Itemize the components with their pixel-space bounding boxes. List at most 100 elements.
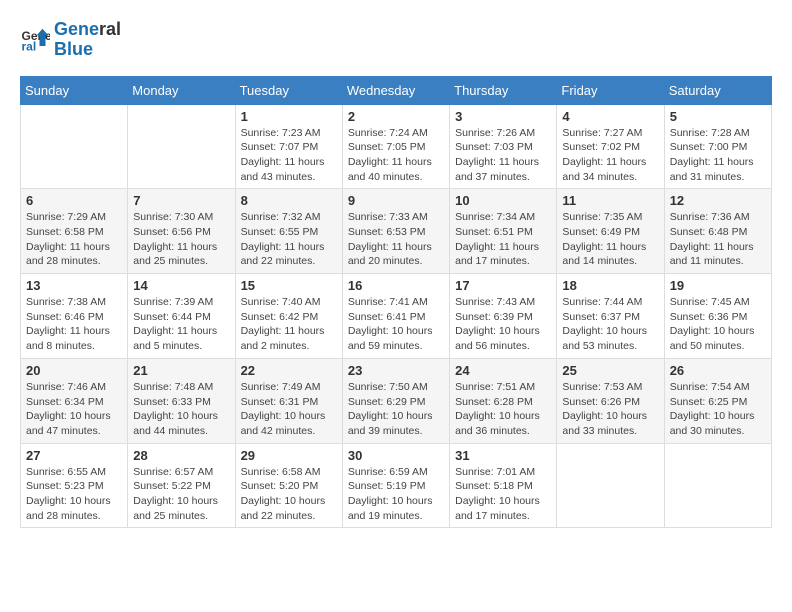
day-info: Sunrise: 7:50 AMSunset: 6:29 PMDaylight:… [348, 380, 444, 439]
day-number: 4 [562, 109, 658, 124]
calendar-week-row: 6 Sunrise: 7:29 AMSunset: 6:58 PMDaylight… [21, 189, 772, 274]
calendar-cell: 18 Sunrise: 7:44 AMSunset: 6:37 PMDayligh… [557, 274, 664, 359]
calendar-cell: 31 Sunrise: 7:01 AMSunset: 5:18 PMDayligh… [450, 443, 557, 528]
day-number: 6 [26, 193, 122, 208]
day-info: Sunrise: 7:32 AMSunset: 6:55 PMDaylight:… [241, 210, 337, 269]
calendar-cell: 5 Sunrise: 7:28 AMSunset: 7:00 PMDaylight… [664, 104, 771, 189]
day-info: Sunrise: 6:58 AMSunset: 5:20 PMDaylight:… [241, 465, 337, 524]
day-info: Sunrise: 7:34 AMSunset: 6:51 PMDaylight:… [455, 210, 551, 269]
calendar-cell: 3 Sunrise: 7:26 AMSunset: 7:03 PMDaylight… [450, 104, 557, 189]
day-info: Sunrise: 7:53 AMSunset: 6:26 PMDaylight:… [562, 380, 658, 439]
day-info: Sunrise: 7:38 AMSunset: 6:46 PMDaylight:… [26, 295, 122, 354]
calendar-cell: 8 Sunrise: 7:32 AMSunset: 6:55 PMDaylight… [235, 189, 342, 274]
day-info: Sunrise: 7:54 AMSunset: 6:25 PMDaylight:… [670, 380, 766, 439]
calendar-cell: 25Sunrise: 7:53 AMSunset: 6:26 PMDayligh… [557, 358, 664, 443]
day-number: 22 [241, 363, 337, 378]
day-number: 21 [133, 363, 229, 378]
calendar-cell: 21 Sunrise: 7:48 AMSunset: 6:33 PMDayligh… [128, 358, 235, 443]
day-info: Sunrise: 7:43 AMSunset: 6:39 PMDaylight:… [455, 295, 551, 354]
day-info: Sunrise: 7:46 AMSunset: 6:34 PMDaylight:… [26, 380, 122, 439]
day-number: 17 [455, 278, 551, 293]
calendar-table: SundayMondayTuesdayWednesdayThursdayFrid… [20, 76, 772, 529]
weekday-header: Friday [557, 76, 664, 104]
calendar-cell: 12 Sunrise: 7:36 AMSunset: 6:48 PMDayligh… [664, 189, 771, 274]
calendar-cell: 7 Sunrise: 7:30 AMSunset: 6:56 PMDaylight… [128, 189, 235, 274]
calendar-cell: 19 Sunrise: 7:45 AMSunset: 6:36 PMDayligh… [664, 274, 771, 359]
day-info: Sunrise: 7:49 AMSunset: 6:31 PMDaylight:… [241, 380, 337, 439]
day-number: 15 [241, 278, 337, 293]
calendar-cell: 6 Sunrise: 7:29 AMSunset: 6:58 PMDaylight… [21, 189, 128, 274]
calendar-cell [21, 104, 128, 189]
calendar-cell: 23 Sunrise: 7:50 AMSunset: 6:29 PMDayligh… [342, 358, 449, 443]
weekday-header: Sunday [21, 76, 128, 104]
day-info: Sunrise: 7:26 AMSunset: 7:03 PMDaylight:… [455, 126, 551, 185]
day-number: 5 [670, 109, 766, 124]
day-info: Sunrise: 7:01 AMSunset: 5:18 PMDaylight:… [455, 465, 551, 524]
weekday-header: Monday [128, 76, 235, 104]
day-number: 23 [348, 363, 444, 378]
calendar-cell: 10Sunrise: 7:34 AMSunset: 6:51 PMDayligh… [450, 189, 557, 274]
day-info: Sunrise: 6:55 AMSunset: 5:23 PMDaylight:… [26, 465, 122, 524]
day-number: 14 [133, 278, 229, 293]
day-number: 26 [670, 363, 766, 378]
calendar-cell: 29 Sunrise: 6:58 AMSunset: 5:20 PMDayligh… [235, 443, 342, 528]
calendar-week-row: 27 Sunrise: 6:55 AMSunset: 5:23 PMDayligh… [21, 443, 772, 528]
day-number: 19 [670, 278, 766, 293]
svg-text:ral: ral [22, 39, 37, 53]
logo: Gene ral GeneralBlue [20, 20, 121, 60]
day-number: 24 [455, 363, 551, 378]
weekday-header: Saturday [664, 76, 771, 104]
calendar-cell: 2 Sunrise: 7:24 AMSunset: 7:05 PMDaylight… [342, 104, 449, 189]
calendar-cell: 28 Sunrise: 6:57 AMSunset: 5:22 PMDayligh… [128, 443, 235, 528]
day-number: 12 [670, 193, 766, 208]
day-info: Sunrise: 7:35 AMSunset: 6:49 PMDaylight:… [562, 210, 658, 269]
calendar-cell: 14Sunrise: 7:39 AMSunset: 6:44 PMDayligh… [128, 274, 235, 359]
day-info: Sunrise: 7:23 AMSunset: 7:07 PMDaylight:… [241, 126, 337, 185]
day-info: Sunrise: 7:36 AMSunset: 6:48 PMDaylight:… [670, 210, 766, 269]
day-info: Sunrise: 7:41 AMSunset: 6:41 PMDaylight:… [348, 295, 444, 354]
day-number: 8 [241, 193, 337, 208]
day-number: 3 [455, 109, 551, 124]
day-number: 11 [562, 193, 658, 208]
day-info: Sunrise: 7:24 AMSunset: 7:05 PMDaylight:… [348, 126, 444, 185]
calendar-cell: 15 Sunrise: 7:40 AMSunset: 6:42 PMDayligh… [235, 274, 342, 359]
day-number: 30 [348, 448, 444, 463]
day-number: 16 [348, 278, 444, 293]
day-number: 31 [455, 448, 551, 463]
day-number: 28 [133, 448, 229, 463]
weekday-header: Tuesday [235, 76, 342, 104]
day-number: 20 [26, 363, 122, 378]
calendar-cell: 11 Sunrise: 7:35 AMSunset: 6:49 PMDayligh… [557, 189, 664, 274]
day-number: 18 [562, 278, 658, 293]
calendar-week-row: 1 Sunrise: 7:23 AMSunset: 7:07 PMDaylight… [21, 104, 772, 189]
calendar-week-row: 20 Sunrise: 7:46 AMSunset: 6:34 PMDayligh… [21, 358, 772, 443]
calendar-cell: 13Sunrise: 7:38 AMSunset: 6:46 PMDayligh… [21, 274, 128, 359]
page-header: Gene ral GeneralBlue [20, 20, 772, 60]
weekday-header: Wednesday [342, 76, 449, 104]
logo-text: GeneralBlue [54, 20, 121, 60]
day-info: Sunrise: 7:45 AMSunset: 6:36 PMDaylight:… [670, 295, 766, 354]
calendar-cell: 26 Sunrise: 7:54 AMSunset: 6:25 PMDayligh… [664, 358, 771, 443]
day-number: 27 [26, 448, 122, 463]
calendar-cell [557, 443, 664, 528]
day-info: Sunrise: 7:48 AMSunset: 6:33 PMDaylight:… [133, 380, 229, 439]
logo-icon: Gene ral [20, 25, 50, 55]
day-info: Sunrise: 6:59 AMSunset: 5:19 PMDaylight:… [348, 465, 444, 524]
day-number: 29 [241, 448, 337, 463]
calendar-cell: 9Sunrise: 7:33 AMSunset: 6:53 PMDaylight… [342, 189, 449, 274]
calendar-cell: 24Sunrise: 7:51 AMSunset: 6:28 PMDayligh… [450, 358, 557, 443]
day-info: Sunrise: 7:30 AMSunset: 6:56 PMDaylight:… [133, 210, 229, 269]
calendar-cell: 27 Sunrise: 6:55 AMSunset: 5:23 PMDayligh… [21, 443, 128, 528]
day-info: Sunrise: 7:29 AMSunset: 6:58 PMDaylight:… [26, 210, 122, 269]
day-number: 7 [133, 193, 229, 208]
day-info: Sunrise: 7:40 AMSunset: 6:42 PMDaylight:… [241, 295, 337, 354]
day-number: 1 [241, 109, 337, 124]
day-info: Sunrise: 7:28 AMSunset: 7:00 PMDaylight:… [670, 126, 766, 185]
calendar-cell: 20 Sunrise: 7:46 AMSunset: 6:34 PMDayligh… [21, 358, 128, 443]
day-number: 2 [348, 109, 444, 124]
day-info: Sunrise: 7:44 AMSunset: 6:37 PMDaylight:… [562, 295, 658, 354]
calendar-cell [128, 104, 235, 189]
day-info: Sunrise: 7:27 AMSunset: 7:02 PMDaylight:… [562, 126, 658, 185]
day-info: Sunrise: 6:57 AMSunset: 5:22 PMDaylight:… [133, 465, 229, 524]
calendar-cell [664, 443, 771, 528]
